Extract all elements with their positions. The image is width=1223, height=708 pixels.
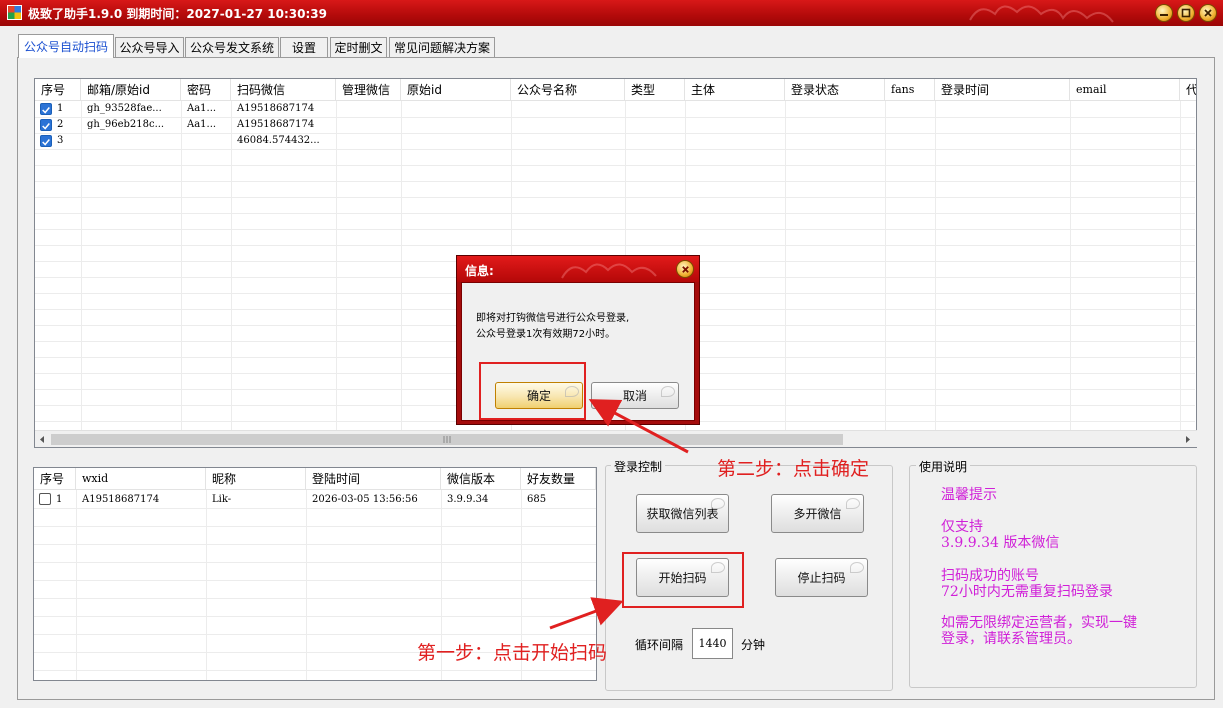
cell-password: Aa1...: [187, 103, 217, 114]
cell-email: gh_96eb218c...: [87, 119, 165, 130]
close-icon: [1204, 9, 1212, 17]
close-icon: [681, 265, 689, 273]
maximize-button[interactable]: [1177, 4, 1195, 22]
column-header[interactable]: 主体: [685, 79, 785, 101]
tab-settings[interactable]: 设置: [280, 37, 328, 57]
cell-scan-wechat: A19518687174: [237, 103, 315, 114]
unlimited-text: 如需无限绑定运营者，实现一键 登录，请联系管理员。: [941, 615, 1137, 647]
multi-open-wechat-button[interactable]: 多开微信: [771, 494, 864, 533]
column-header[interactable]: 序号: [35, 79, 81, 101]
interval-label: 循环间隔: [635, 638, 684, 652]
cell-index: 2: [57, 119, 64, 130]
dialog-message: 即将对打钩微信号进行公众号登录, 公众号登录1次有效期72小时。: [476, 313, 630, 340]
cell-wxid: A19518687174: [82, 494, 160, 505]
column-header[interactable]: wxid: [76, 468, 206, 490]
dialog-title-bar: 信息:: [457, 256, 699, 282]
column-header[interactable]: 类型: [625, 79, 685, 101]
column-header[interactable]: 代: [1180, 79, 1196, 101]
column-header[interactable]: 管理微信: [336, 79, 401, 101]
interval-input[interactable]: [692, 628, 733, 659]
column-header[interactable]: email: [1070, 79, 1180, 101]
app-logo-icon: [7, 5, 22, 20]
cell-email: [81, 133, 181, 149]
cell-scan-wechat: 46084.574432...: [237, 135, 320, 146]
cell-email: gh_93528fae...: [87, 103, 162, 114]
minimize-icon: [1160, 14, 1168, 16]
highlight-box: [479, 362, 586, 420]
get-wechat-list-button[interactable]: 获取微信列表: [636, 494, 729, 533]
minimize-button[interactable]: [1155, 4, 1173, 22]
cell-friends: 685: [527, 494, 547, 505]
dialog-title: 信息:: [465, 264, 494, 278]
column-header[interactable]: 公众号名称: [511, 79, 625, 101]
column-header[interactable]: fans: [885, 79, 935, 101]
cell-version: 3.9.9.34: [447, 494, 489, 505]
column-header[interactable]: 昵称: [206, 468, 306, 490]
scrollbar-thumb[interactable]: [51, 434, 843, 445]
checkmark-icon: [42, 139, 50, 146]
scan-success-text: 扫码成功的账号 72小时内无需重复扫码登录: [941, 568, 1113, 600]
step-two-annotation: 第二步：点击确定: [717, 458, 870, 480]
checkmark-icon: [42, 107, 50, 114]
support-text: 仅支持 3.9.9.34 版本微信: [941, 519, 1060, 551]
column-header[interactable]: 登录时间: [935, 79, 1070, 101]
instructions-label: 使用说明: [916, 458, 971, 475]
scroll-right-icon[interactable]: [1184, 435, 1192, 444]
column-header[interactable]: 微信版本: [441, 468, 521, 490]
step-one-annotation: 第一步：点击开始扫码: [417, 642, 608, 664]
login-control-label: 登录控制: [611, 458, 666, 475]
column-header[interactable]: 序号: [34, 468, 76, 490]
tab-import[interactable]: 公众号导入: [115, 37, 184, 57]
cell-password: [181, 133, 231, 149]
grip-icon: [443, 436, 451, 443]
stop-scan-button[interactable]: 停止扫码: [775, 558, 868, 597]
column-header[interactable]: 原始id: [401, 79, 511, 101]
checkmark-icon: [42, 123, 50, 130]
tab-auto-scan[interactable]: 公众号自动扫码: [18, 34, 114, 58]
horizontal-scrollbar[interactable]: [35, 430, 1197, 447]
tab-scheduled-delete[interactable]: 定时删文: [330, 37, 387, 57]
cell-nickname: Lik-: [212, 494, 232, 505]
column-header[interactable]: 登录状态: [785, 79, 885, 101]
tip-title: 温馨提示: [941, 487, 997, 503]
column-header[interactable]: 密码: [181, 79, 231, 101]
cell-index: 1: [56, 494, 63, 505]
interval-unit: 分钟: [741, 638, 766, 652]
maximize-icon: [1181, 8, 1191, 18]
column-header[interactable]: 扫码微信: [231, 79, 336, 101]
tab-faq[interactable]: 常见问题解决方案: [389, 37, 495, 57]
title-bar: 极致了助手1.9.0 到期时间：2027-01-27 10:30:39: [0, 0, 1223, 26]
cell-index: 3: [57, 135, 64, 146]
close-window-button[interactable]: [1199, 4, 1217, 22]
cell-password: Aa1...: [187, 119, 217, 130]
highlight-box: [622, 552, 744, 608]
cell-login-time: 2026-03-05 13:56:56: [312, 494, 418, 505]
column-header[interactable]: 登陆时间: [306, 468, 441, 490]
column-header[interactable]: 好友数量: [521, 468, 596, 490]
cancel-button[interactable]: 取消: [591, 382, 679, 409]
column-header[interactable]: 邮箱/原始id: [81, 79, 181, 101]
cloud-pattern-icon: [969, 5, 1114, 23]
cell-scan-wechat: A19518687174: [237, 119, 315, 130]
dialog-close-button[interactable]: [676, 260, 694, 278]
cloud-pattern-icon: [561, 263, 657, 279]
cell-index: 1: [57, 103, 64, 114]
window-title: 极致了助手1.9.0 到期时间：2027-01-27 10:30:39: [28, 7, 327, 21]
scroll-left-icon[interactable]: [38, 435, 46, 444]
tab-publish[interactable]: 公众号发文系统: [185, 37, 279, 57]
